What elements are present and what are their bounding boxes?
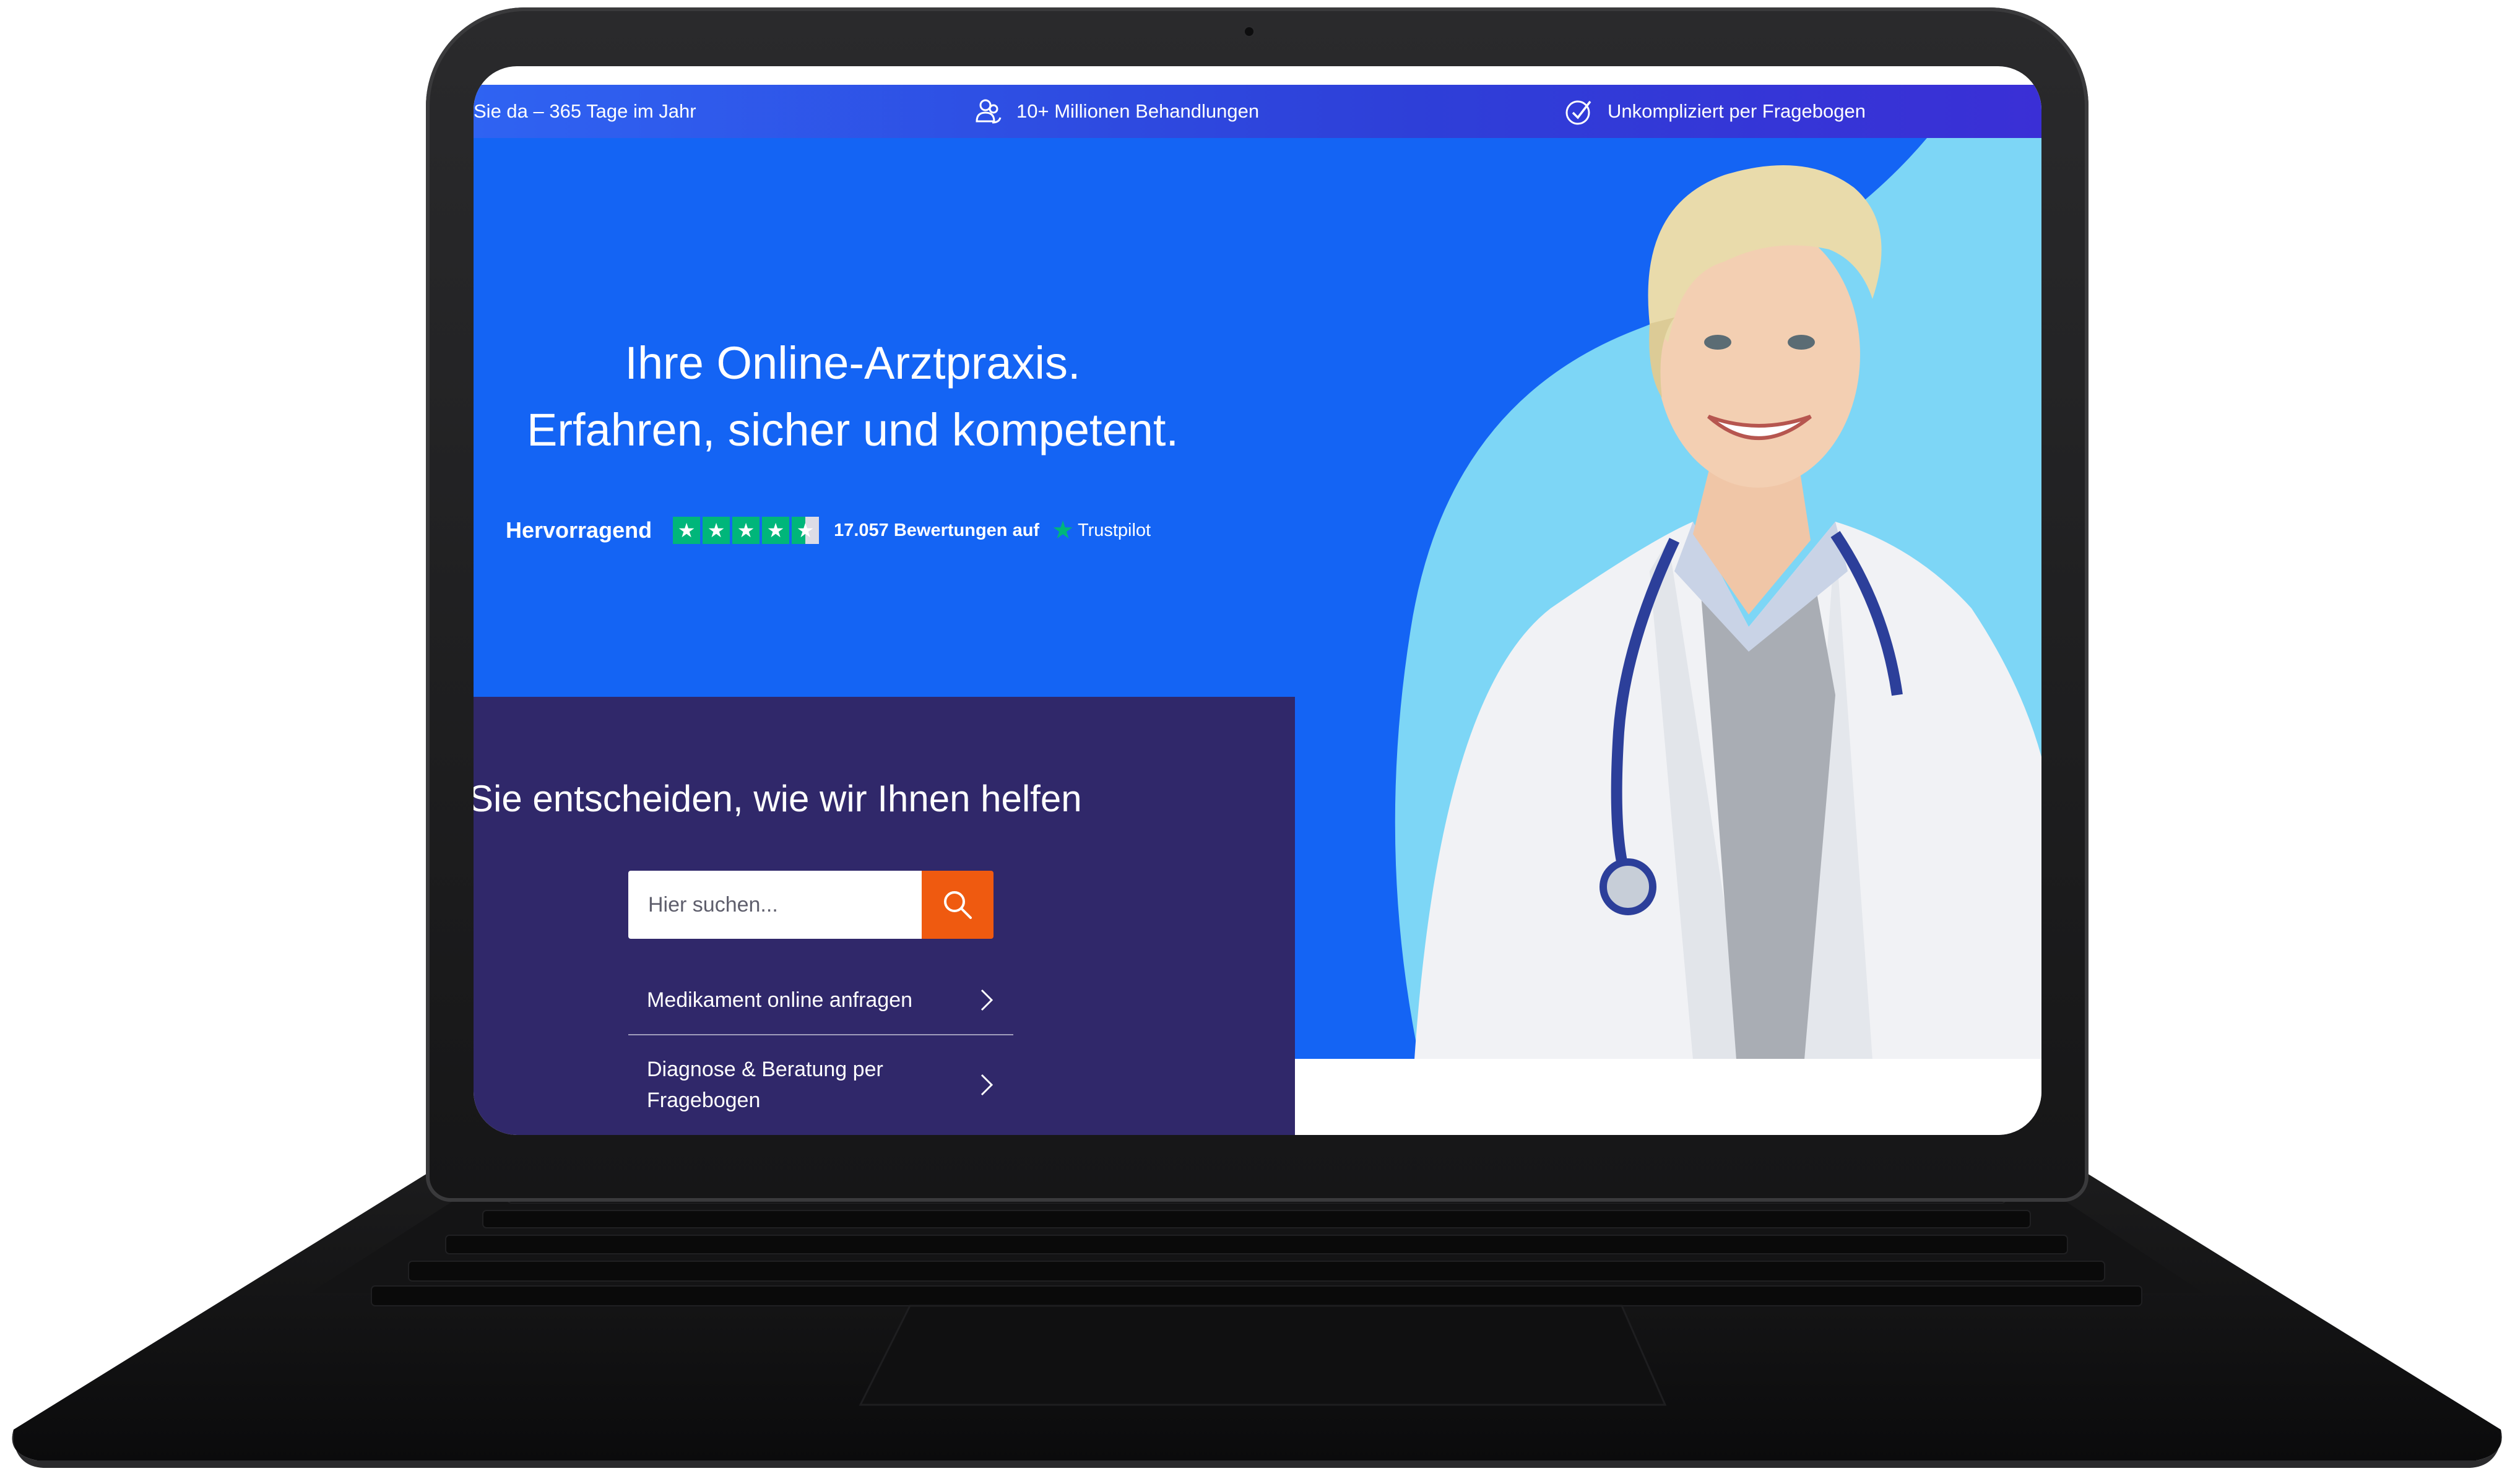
checkmark-icon [1565,100,1591,125]
menu-item-label: Medikament online anfragen [647,988,913,1012]
content-background [1295,1059,2041,1135]
star-icon: ★ [762,517,790,544]
info-treatments-text: 10+ Millionen Behandlungen [1016,100,1260,122]
search-bar [628,871,993,939]
trustpilot-brand: Trustpilot [1077,520,1151,540]
trustpilot-widget[interactable]: Hervorragend ★ ★ ★ ★ ★ 17.057 Bewertunge… [506,512,1151,549]
star-icon: ★ [792,517,820,544]
menu-item-label: Diagnose & Beratung per Fragebogen [647,1058,883,1112]
search-input[interactable] [628,871,922,939]
star-icon: ★ [703,517,730,544]
info-treatments: 10+ Millionen Behandlungen [972,85,1259,138]
trustpilot-review-count: 17.057 Bewertungen auf [834,520,1040,540]
webcam [1245,27,1253,36]
info-questionnaire-text: Unkompliziert per Fragebogen [1608,100,1866,122]
help-options-card: Sie entscheiden, wie wir Ihnen helfen Me… [474,697,1295,1135]
chevron-right-icon [980,989,993,1011]
trustpilot-logo-icon: ★ [1052,517,1074,544]
search-icon [944,891,972,919]
star-icon: ★ [732,517,760,544]
hero-headline: Ihre Online-Arztpraxis. Erfahren, sicher… [474,330,1250,464]
doctor-photo [1414,165,2041,1059]
info-availability-text: Sie da – 365 Tage im Jahr [474,100,696,122]
trustpilot-rating-word: Hervorragend [506,517,652,543]
info-availability: Sie da – 365 Tage im Jahr [474,85,696,138]
help-menu: Medikament online anfragen Diagnose & Be… [628,966,1013,1134]
menu-item-diagnosis-consultation[interactable]: Diagnose & Beratung per Fragebogen [628,1034,1013,1134]
hero-headline-line1: Ihre Online-Arztpraxis. [625,337,1081,389]
search-button[interactable] [922,871,993,939]
info-bar: Sie da – 365 Tage im Jahr 10+ Millionen … [474,85,2041,138]
star-icon: ★ [673,517,701,544]
laptop-screen: Sie da – 365 Tage im Jahr 10+ Millionen … [474,66,2041,1135]
chevron-right-icon [980,1074,993,1096]
users-icon [976,99,1002,124]
card-title: Sie entscheiden, wie wir Ihnen helfen [474,778,1082,819]
menu-item-request-medication[interactable]: Medikament online anfragen [628,966,1013,1034]
info-questionnaire: Unkompliziert per Fragebogen [1563,85,1866,138]
trustpilot-stars: ★ ★ ★ ★ ★ [673,517,820,544]
hero-headline-line2: Erfahren, sicher und kompetent. [526,404,1179,455]
